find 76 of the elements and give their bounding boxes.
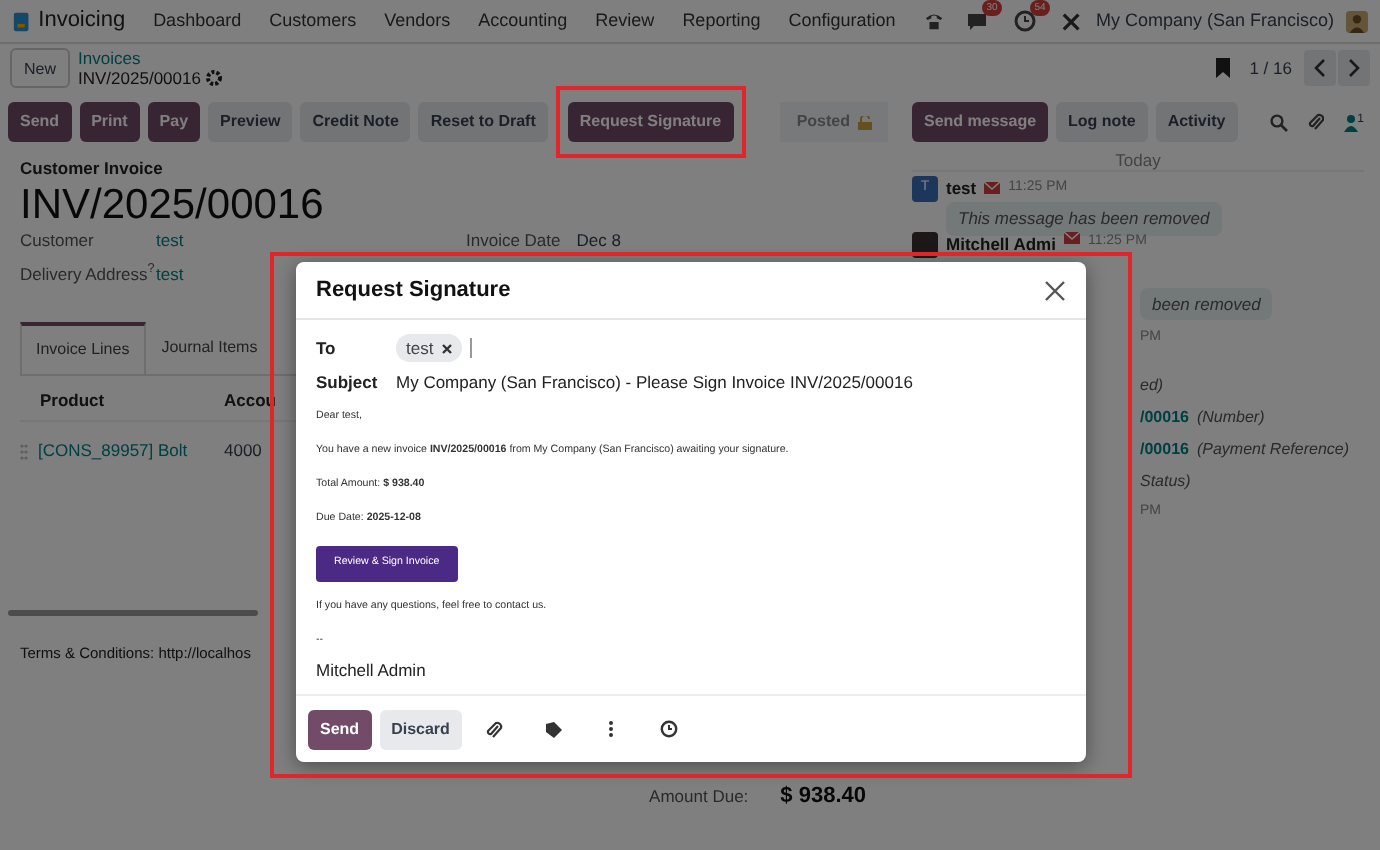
changed-value: /00016 [1140,437,1189,462]
amount-due-value: $ 938.40 [780,781,866,812]
new-button[interactable]: New [10,48,71,88]
field-value: Dec 8 [576,227,621,254]
app-icon[interactable] [12,9,31,33]
field-label: To [316,335,338,361]
amount-due-label: Amount Due: [649,783,749,809]
pager-value[interactable]: 1 / 16 [1249,55,1292,81]
form-tab[interactable]: Invoice Lines [20,322,146,375]
recipient-tag[interactable]: test [396,333,462,363]
table-cell: 4000 [224,438,262,464]
menu-item[interactable]: Configuration [788,7,896,35]
column-header: Product [40,388,107,415]
message-bubble: This message has been removed [946,201,1222,235]
action-button[interactable]: Preview [208,102,293,142]
action-button[interactable]: Print [79,102,140,142]
bookmark-icon[interactable] [1215,58,1230,78]
day-separator: Today [912,152,1364,172]
close-icon[interactable] [1044,279,1066,301]
menu-item[interactable]: Customers [269,7,357,35]
chatter-button[interactable]: Send message [912,102,1049,142]
discard-button[interactable]: Discard [379,709,462,749]
app-name[interactable]: Invoicing [38,4,126,38]
action-button[interactable]: Reset to Draft [418,102,548,142]
tags-icon[interactable] [543,719,562,739]
message-bubble: been removed [1140,287,1273,321]
record-name: INV/2025/00016 [78,68,201,88]
clock-icon[interactable] [659,719,678,739]
previous-icon[interactable] [1304,50,1336,86]
phone-icon[interactable] [923,10,944,32]
changed-value: /00016 [1140,405,1189,430]
action-button[interactable]: Credit Note [300,102,411,142]
paperclip-icon[interactable] [485,719,504,739]
field-value[interactable]: test [156,227,184,253]
form-tab[interactable]: Journal Items [145,322,274,375]
dialog-title: Request Signature [316,275,511,306]
form-type-label: Customer Invoice [20,156,163,182]
product-cell[interactable]: [CONS_89957] Bolt [38,438,224,464]
envelope-icon [984,182,1001,195]
field-value[interactable]: test [156,261,184,287]
menu-item[interactable]: Review [595,7,655,35]
next-icon[interactable] [1338,50,1370,86]
company-switcher[interactable]: My Company (San Francisco) [1095,7,1335,35]
lock-icon [858,115,872,129]
change-note: ed) [1140,373,1164,398]
field-label: Subject [316,369,380,395]
chatter-button[interactable]: Activity [1155,102,1238,142]
change-note: (Number) [1196,405,1265,430]
field-label: Delivery Address$^{?}$ [20,261,156,287]
email-signature: Mitchell Admin [316,657,428,683]
remove-icon[interactable] [441,343,452,353]
chatter-button[interactable]: Log note [1056,102,1148,142]
menu-item[interactable]: Accounting [478,7,568,35]
action-button[interactable]: Request Signature [567,102,734,142]
menu-item[interactable]: Vendors [384,7,451,35]
author-name: test [946,176,977,202]
invoice-number: INV/2025/00016 [20,181,324,228]
action-button[interactable]: Pay [147,102,201,142]
field-label: Customer [20,227,96,253]
tools-icon[interactable] [1061,11,1080,31]
user-avatar[interactable] [1346,9,1368,33]
gear-icon[interactable] [206,70,223,86]
author-name: Mitchell Admi [946,231,1056,251]
send-button[interactable]: Send [308,709,372,749]
breadcrumb-link[interactable]: Invoices [78,48,223,68]
menu-item[interactable]: Reporting [682,7,761,35]
change-note: Status) [1140,469,1191,494]
menu-item[interactable]: Dashboard [153,7,242,35]
action-button[interactable]: Send [8,102,72,142]
person-icon[interactable] [1343,113,1358,131]
search-icon[interactable] [1269,113,1288,131]
text-cursor [469,338,472,358]
paperclip-icon[interactable] [1307,112,1324,132]
chat-icon[interactable] [965,10,988,32]
change-note: (Payment Reference) [1196,437,1349,462]
subject-field[interactable]: My Company (San Francisco) - Please Sign Invoice INV/2025/00016 [396,369,913,395]
